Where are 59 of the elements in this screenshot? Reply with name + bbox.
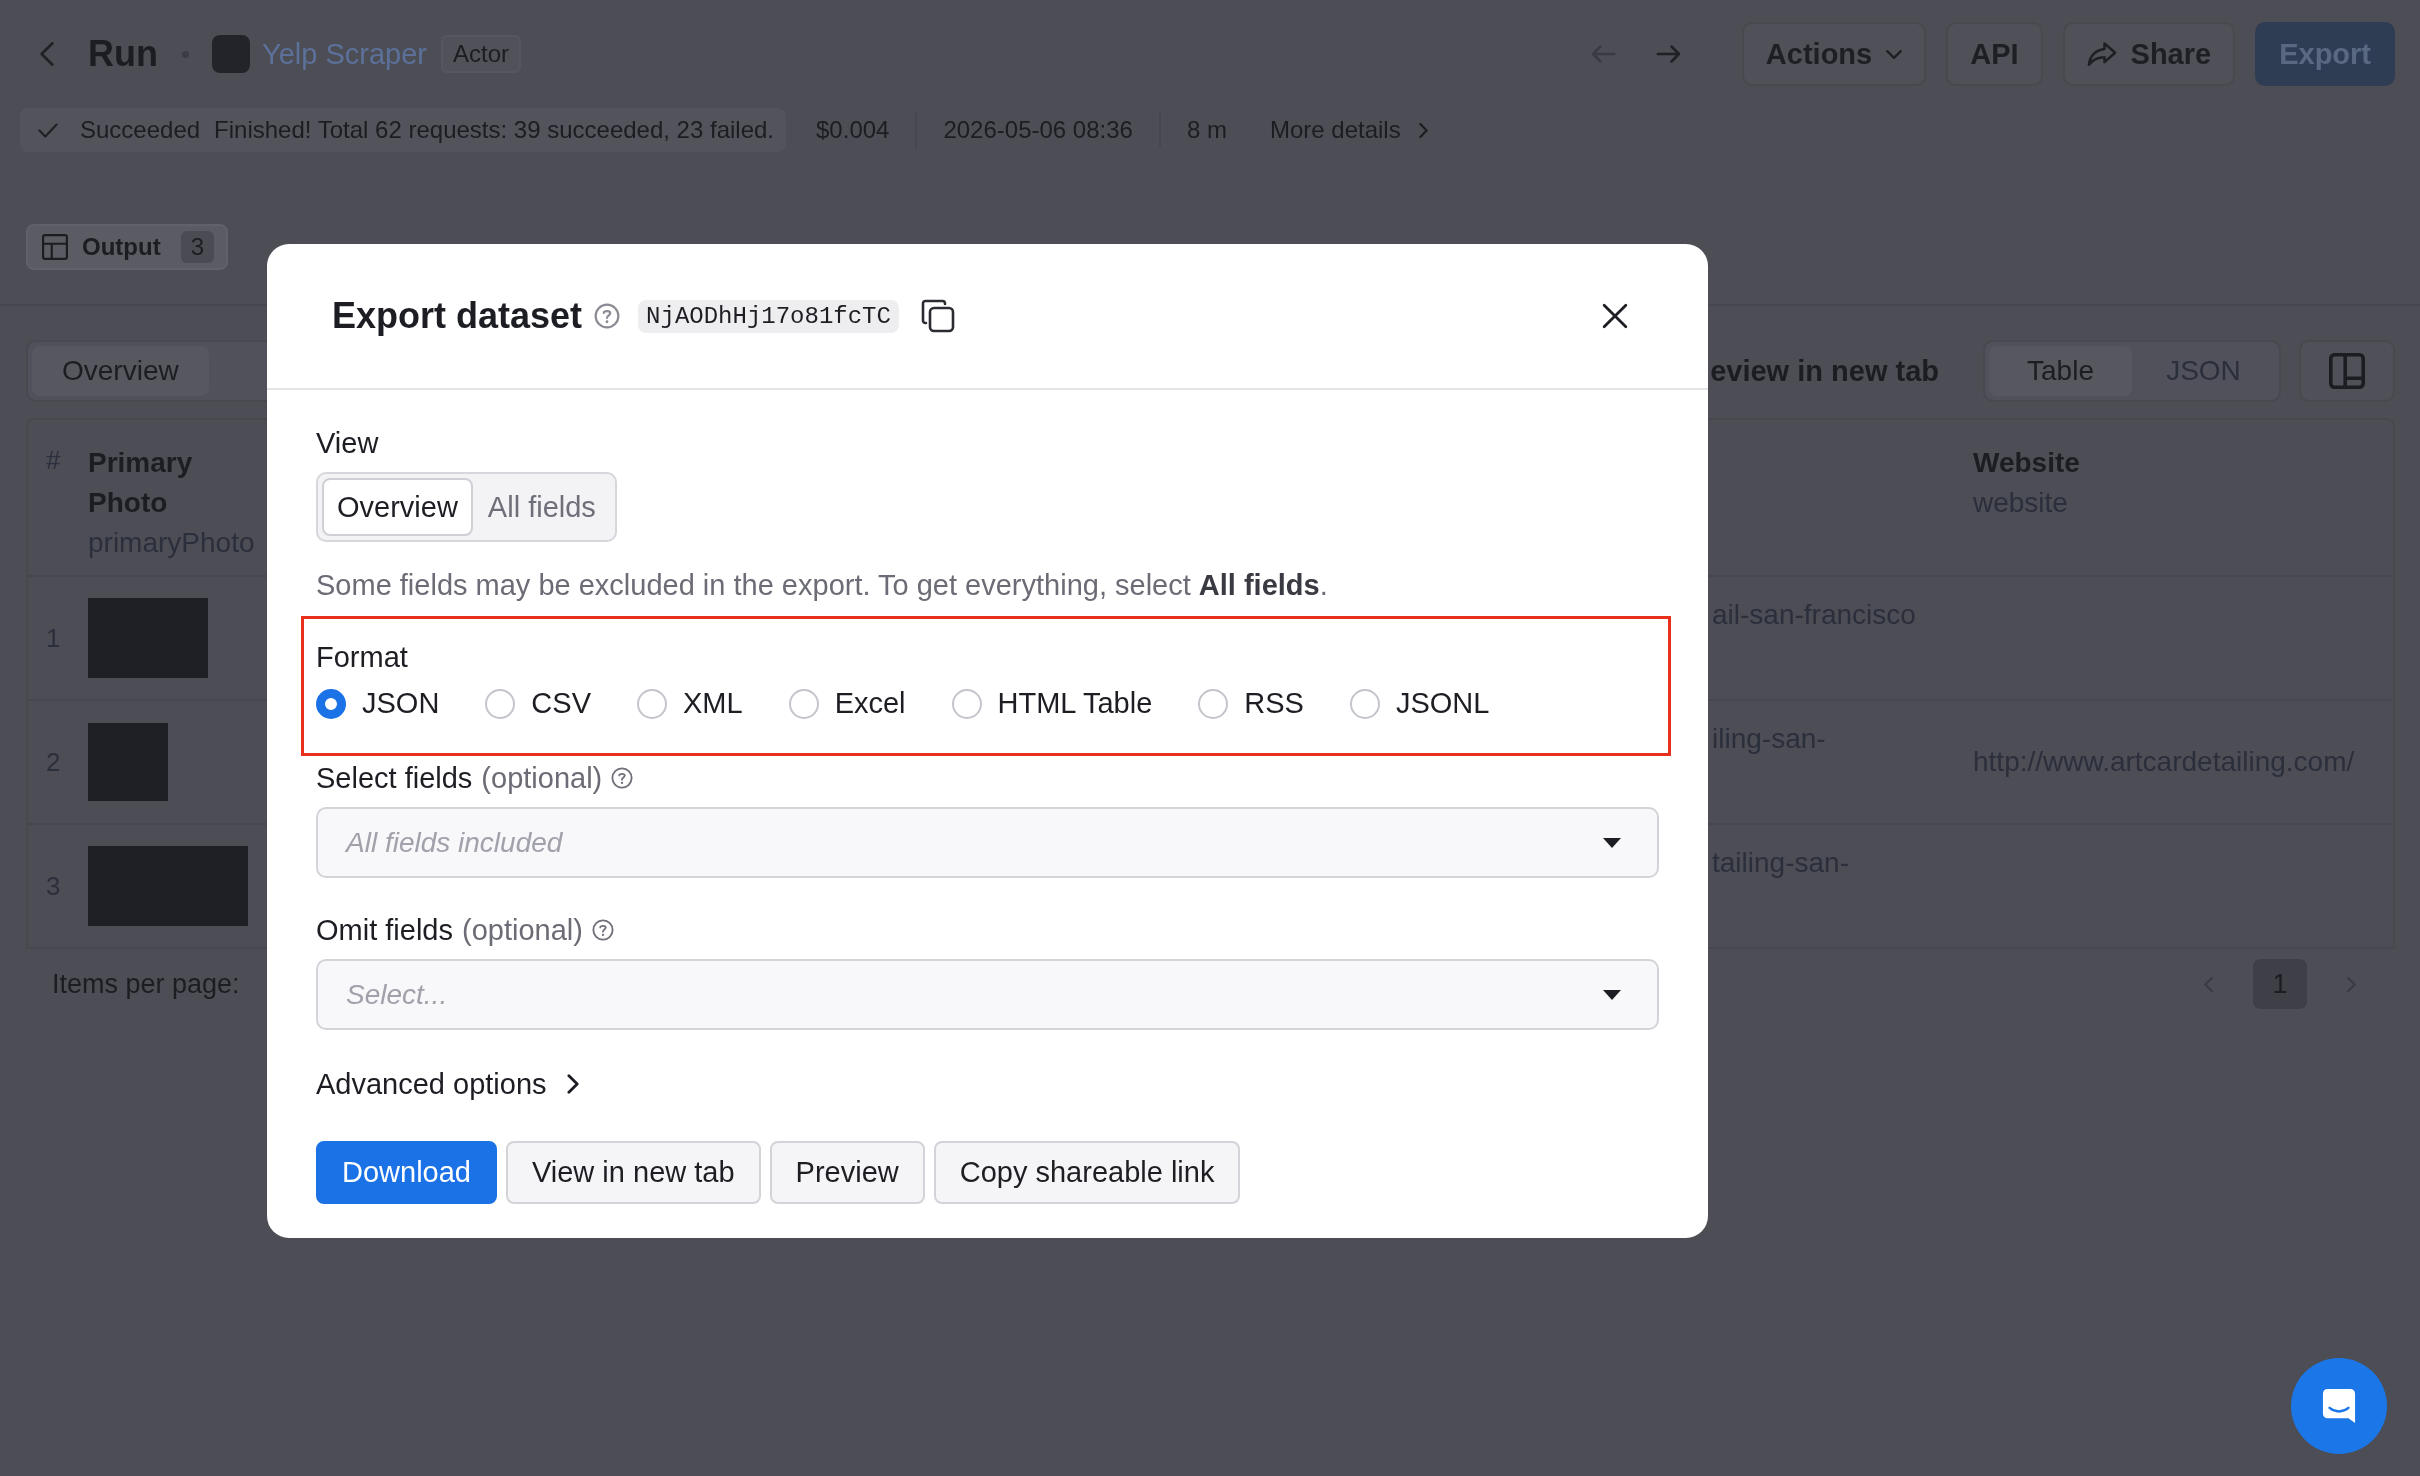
status-message: Finished! Total 62 requests: 39 succeeded, 23 failed. [214,116,774,144]
chat-icon [2322,1388,2356,1424]
radio-label[interactable]: JSONL [1395,687,1490,720]
preview-button[interactable]: Preview [769,1141,925,1204]
share-arrow-icon [2086,41,2117,67]
layout-icon [2329,353,2365,389]
check-icon [38,122,58,138]
dialog-title: Export dataset [332,295,583,337]
arrow-right-icon [1655,44,1682,64]
view-in-new-tab-button[interactable]: View in new tab [506,1141,761,1204]
view-tab[interactable]: Overview [32,346,209,396]
display-mode-tab[interactable]: Table [1989,346,2132,396]
chevron-right-icon [1418,122,1428,138]
view-option[interactable]: Overview [322,478,473,536]
copy-link-button[interactable]: Copy shareable link [933,1141,1241,1204]
help-icon[interactable] [611,767,634,789]
field-label: Select fields [316,761,473,796]
radio-button[interactable] [951,688,982,719]
radio-button[interactable] [788,688,819,719]
optional-note: (optional) [462,913,583,947]
next-run-button[interactable] [1655,44,1682,64]
format-label: Format [316,641,408,673]
copy-icon [920,299,955,333]
radio-button[interactable] [1349,688,1380,719]
radio-label[interactable]: HTML Table [997,687,1153,720]
dataset-id: NjAODhHj17o81fcTC [638,299,899,333]
close-button[interactable] [1602,303,1628,329]
radio-button[interactable] [637,688,667,719]
radio-label[interactable]: JSON [362,687,440,720]
help-icon[interactable] [591,919,614,941]
caret-down-icon [1603,989,1621,1000]
download-button[interactable]: Download [316,1141,497,1204]
app-icon [212,35,250,73]
copy-button[interactable] [920,299,955,333]
radio-button[interactable] [1198,688,1229,719]
back-button[interactable] [40,42,54,66]
radio-label[interactable]: XML [683,687,743,720]
chevron-down-icon [1886,49,1903,59]
select-field[interactable]: Select... [316,959,1659,1030]
view-option[interactable]: All fields [472,478,611,536]
field-label: Omit fields [316,913,453,948]
radio-label[interactable]: Excel [834,687,906,720]
radio-label[interactable]: CSV [531,687,591,720]
select-field[interactable]: All fields included [316,807,1659,878]
radio-button[interactable] [485,688,516,719]
optional-note: (optional) [481,761,603,795]
layout-button[interactable] [2299,340,2395,402]
table-icon [42,234,68,260]
hint-text: Some fields may be excluded in the export. To get everything, select All fields. [316,568,1328,603]
status-label: Succeeded [80,116,201,144]
column-header: # [46,445,61,476]
radio-label[interactable]: RSS [1244,687,1304,720]
help-icon[interactable] [594,303,621,329]
caret-down-icon [1603,837,1621,848]
radio-button[interactable] [316,688,346,719]
view-label: View [316,426,379,461]
chevron-left-icon [40,42,54,66]
close-icon [1602,303,1628,329]
advanced-options-toggle[interactable]: Advanced options [316,1064,580,1104]
